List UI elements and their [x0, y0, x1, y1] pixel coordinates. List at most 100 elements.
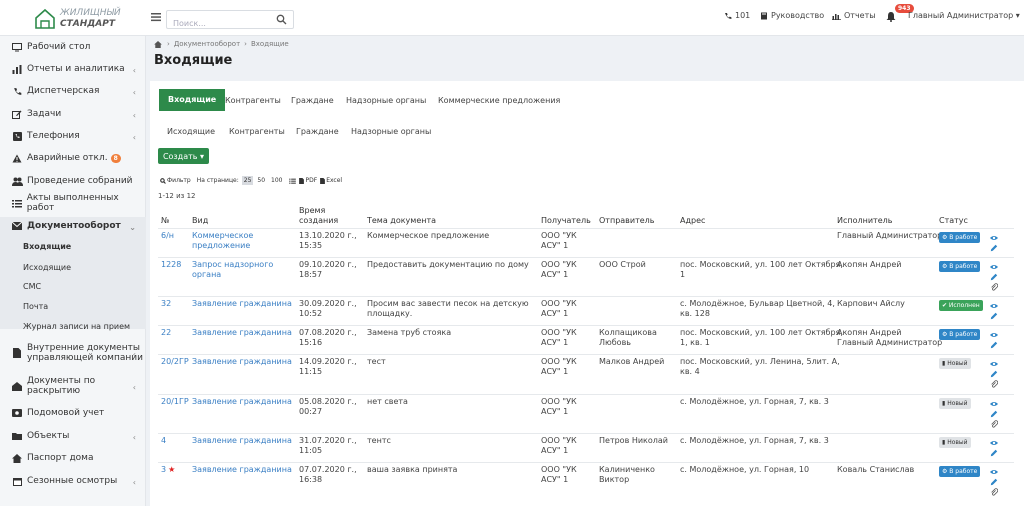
col-header-status[interactable]: Статус — [939, 216, 968, 226]
sidebar-item-acts[interactable]: Акты выполненных работ — [0, 193, 146, 213]
row-type[interactable]: Запрос надзорного органа — [192, 260, 273, 280]
subtab-supervisory[interactable]: Надзорные органы — [351, 127, 431, 136]
row-doc-number[interactable]: 20/2ГР — [161, 357, 189, 367]
tab-commercial[interactable]: Коммерческие предложения — [438, 96, 560, 105]
house-logo-icon[interactable] — [34, 8, 56, 30]
col-header-num[interactable]: № — [161, 216, 169, 226]
sidebar-item-dispatch[interactable]: Диспетчерская ‹ — [0, 83, 146, 99]
bell-icon[interactable] — [886, 11, 896, 22]
eye-icon[interactable] — [990, 468, 998, 476]
tab-contractors[interactable]: Контрагенты — [225, 96, 281, 105]
row-doc-number[interactable]: 3 ★ — [161, 465, 175, 475]
col-header-executor[interactable]: Исполнитель — [837, 216, 892, 226]
sidebar-sub-reception-log[interactable]: Журнал записи на прием — [23, 322, 130, 331]
sidebar-item-emergency[interactable]: Аварийные откл. 8 — [0, 150, 146, 166]
eye-icon[interactable] — [990, 400, 998, 408]
row-doc-number[interactable]: 22 — [161, 328, 171, 338]
eye-icon[interactable] — [990, 439, 998, 447]
home-icon[interactable] — [154, 40, 162, 48]
row-type[interactable]: Заявление гражданина — [192, 357, 292, 367]
excel-export-button[interactable]: Excel — [326, 177, 342, 184]
pencil-icon[interactable] — [990, 449, 998, 457]
sidebar-item-desktop[interactable]: Рабочий стол — [0, 39, 146, 55]
row-type[interactable]: Заявление гражданина — [192, 328, 292, 338]
sidebar-sub-mail[interactable]: Почта — [23, 302, 48, 311]
pencil-icon[interactable] — [990, 370, 998, 378]
row-divider — [158, 462, 1014, 463]
search-icon[interactable] — [276, 14, 287, 25]
sidebar-item-label: управляющей компании — [27, 353, 143, 363]
sidebar-item-house-accounting[interactable]: Подомовой учет — [0, 405, 146, 421]
sidebar-item-house-passport[interactable]: Паспорт дома — [0, 450, 146, 466]
subtab-contractors[interactable]: Контрагенты — [229, 127, 285, 136]
reports-link[interactable]: Отчеты — [832, 11, 876, 20]
eye-icon[interactable] — [990, 302, 998, 310]
row-doc-number[interactable]: 32 — [161, 299, 171, 309]
paperclip-icon[interactable] — [990, 488, 998, 496]
eye-icon[interactable] — [990, 331, 998, 339]
eye-icon[interactable] — [990, 234, 998, 242]
phone-link[interactable]: 101 — [724, 11, 750, 20]
tab-citizens[interactable]: Граждане — [291, 96, 334, 105]
sidebar-item-disclosure[interactable]: Документы по раскрытию ‹ — [0, 374, 146, 398]
breadcrumb-docflow[interactable]: Документооборот — [174, 40, 240, 48]
pencil-icon[interactable] — [990, 273, 998, 281]
sidebar-item-tasks[interactable]: Задачи ‹ — [0, 106, 146, 122]
row-doc-number[interactable]: 20/1ГР — [161, 397, 189, 407]
row-type[interactable]: Заявление гражданина — [192, 299, 292, 309]
row-doc-number[interactable]: 1228 — [161, 260, 181, 270]
pdf-export-button[interactable]: PDF — [305, 177, 317, 184]
create-button[interactable]: Создать ▾ — [158, 148, 209, 164]
paperclip-icon[interactable] — [990, 283, 998, 291]
pencil-icon[interactable] — [990, 410, 998, 418]
menu-toggle-icon[interactable] — [150, 11, 162, 23]
paperclip-icon[interactable] — [990, 380, 998, 388]
star-icon[interactable]: ★ — [168, 465, 175, 474]
col-header-sender[interactable]: Отправитель — [599, 216, 655, 226]
sidebar-item-docflow[interactable]: Документооборот ⌄ — [0, 218, 146, 234]
row-doc-number[interactable]: 6/н — [161, 231, 174, 241]
row-type[interactable]: Коммерческое предложение — [192, 231, 253, 251]
pencil-icon[interactable] — [990, 341, 998, 349]
row-sender: Колпащикова Любовь — [599, 328, 657, 347]
row-recipient: ООО "УК АСУ" 1 — [541, 299, 577, 318]
sidebar-item-telephony[interactable]: Телефония ‹ — [0, 128, 146, 144]
sidebar-item-internal-docs[interactable]: Внутренние документы управляющей компании… — [0, 341, 146, 365]
tab-incoming[interactable]: Входящие — [159, 89, 226, 111]
sidebar-sub-outgoing[interactable]: Исходящие — [23, 263, 71, 272]
sidebar-item-meetings[interactable]: Проведение собраний — [0, 173, 146, 189]
row-doc-number[interactable]: 4 — [161, 436, 166, 446]
row-type[interactable]: Заявление гражданина — [192, 465, 292, 475]
row-type[interactable]: Заявление гражданина — [192, 436, 292, 446]
paperclip-icon[interactable] — [990, 420, 998, 428]
pencil-icon[interactable] — [990, 312, 998, 320]
filter-button[interactable]: Фильтр — [167, 177, 191, 184]
subtab-citizens[interactable]: Граждане — [296, 127, 339, 136]
col-header-type[interactable]: Вид — [192, 216, 208, 226]
pencil-icon[interactable] — [990, 244, 998, 252]
user-menu[interactable]: Главный Администратор ▾ — [908, 11, 1020, 20]
pencil-icon[interactable] — [990, 478, 998, 486]
sidebar-item-objects[interactable]: Объекты ‹ — [0, 428, 146, 444]
col-header-address[interactable]: Адрес — [680, 216, 705, 226]
per-page-50[interactable]: 50 — [255, 176, 267, 185]
eye-icon[interactable] — [990, 263, 998, 271]
sidebar-sub-sms[interactable]: СМС — [23, 282, 41, 291]
eye-icon[interactable] — [990, 360, 998, 368]
row-type[interactable]: Заявление гражданина — [192, 397, 292, 407]
row-recipient: ООО "УК АСУ" 1 — [541, 397, 577, 416]
per-page-100[interactable]: 100 — [269, 176, 284, 185]
list-icon[interactable] — [289, 178, 297, 184]
sidebar-sub-incoming[interactable]: Входящие — [23, 242, 71, 251]
col-header-recipient[interactable]: Получатель — [541, 216, 591, 226]
guide-link[interactable]: Руководство — [760, 11, 824, 20]
per-page-25[interactable]: 25 — [241, 176, 254, 185]
sidebar-item-reports[interactable]: Отчеты и аналитика ‹ — [0, 61, 146, 77]
tab-supervisory[interactable]: Надзорные органы — [346, 96, 426, 105]
col-header-subject[interactable]: Тема документа — [367, 216, 436, 226]
col-header-time[interactable]: Время создания — [299, 206, 338, 226]
subtab-outgoing[interactable]: Исходящие — [167, 127, 215, 136]
search-input[interactable] — [167, 15, 267, 32]
status-badge: ▮ Новый — [939, 437, 971, 448]
sidebar-item-seasonal[interactable]: Сезонные осмотры ‹ — [0, 473, 146, 489]
